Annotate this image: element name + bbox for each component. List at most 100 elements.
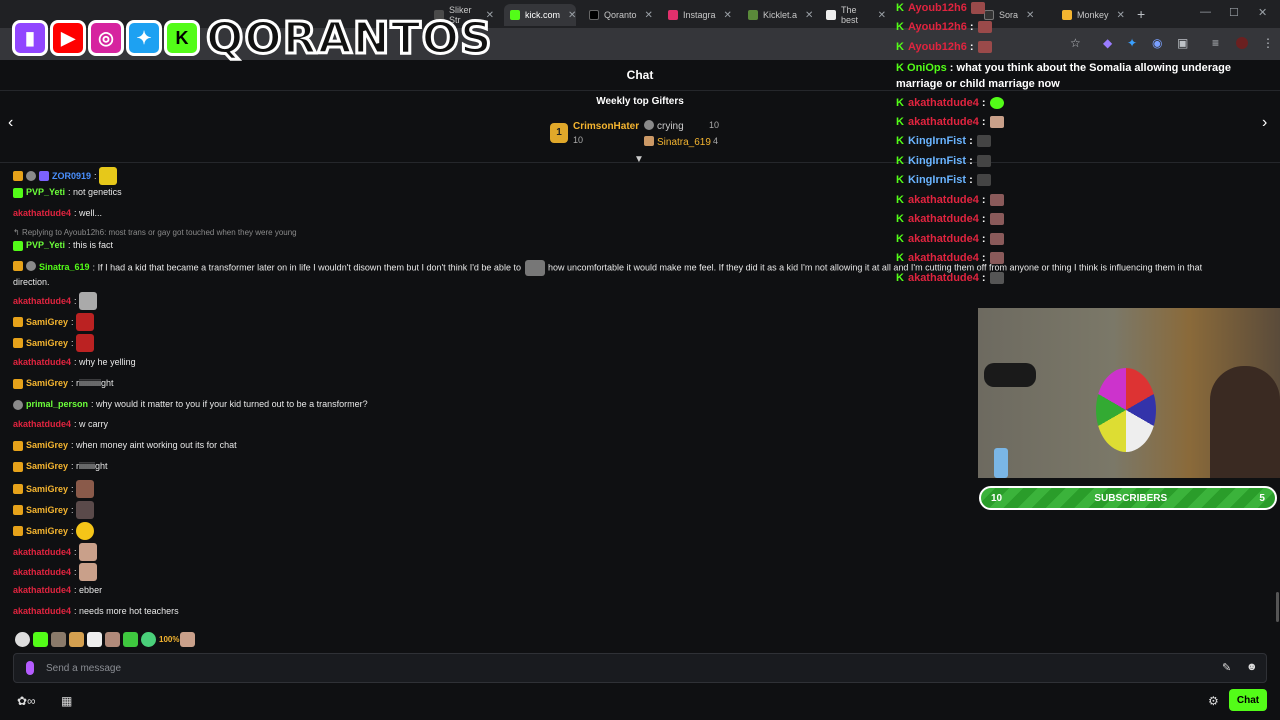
username[interactable]: SamiGrey [26, 439, 68, 452]
emote-button[interactable] [87, 632, 102, 647]
kick-badge-icon: K [896, 2, 904, 14]
subscriber-goal: 5 [1259, 492, 1265, 504]
crown-badge-icon [13, 317, 23, 327]
message-text: why he yelling [79, 357, 136, 367]
next-arrow-icon[interactable]: › [1262, 114, 1267, 132]
points-icon[interactable]: ✿∞ [17, 694, 36, 708]
username[interactable]: SamiGrey [26, 483, 68, 496]
chat-message: akathatdude4: well... [13, 207, 103, 220]
microphone-icon[interactable] [26, 661, 34, 675]
emote-button[interactable] [105, 632, 120, 647]
kick-badge-icon: K [896, 21, 904, 33]
browser-tab[interactable]: Qoranto ✕ [583, 4, 655, 26]
browser-tab-active[interactable]: kick.com ✕ [504, 4, 576, 26]
settings-gear-icon[interactable]: ⚙ [1208, 694, 1219, 708]
minimize-icon[interactable]: — [1200, 6, 1211, 18]
chat-message: SamiGrey: riiiiiiiiiiight [13, 377, 114, 390]
chat-message: primal_person: why would it matter to yo… [13, 398, 368, 411]
tab-close-icon[interactable]: ✕ [645, 10, 653, 21]
message-text: this is fact [73, 240, 114, 250]
message-input[interactable] [46, 654, 1196, 682]
browser-tab[interactable]: The best ✕ [820, 4, 892, 26]
gift-icon [644, 120, 654, 130]
tab-close-icon[interactable]: ✕ [1117, 10, 1125, 21]
username[interactable]: akathatdude4 [13, 356, 71, 369]
browser-tab[interactable]: Kicklet.a ✕ [742, 4, 814, 26]
emote-button[interactable] [123, 632, 138, 647]
emote-button[interactable] [15, 632, 30, 647]
tab-close-icon[interactable]: ✕ [568, 10, 576, 21]
username[interactable]: akathatdude4 [13, 207, 71, 220]
tab-close-icon[interactable]: ✕ [724, 10, 732, 21]
new-tab-button[interactable]: + [1137, 6, 1145, 22]
emote-icon [75, 313, 94, 331]
username[interactable]: ZOR0919 [52, 170, 91, 183]
username[interactable]: SamiGrey [26, 525, 68, 538]
gifter-name[interactable]: Sinatra_619 [644, 136, 711, 148]
username[interactable]: Sinatra_619 [39, 262, 90, 272]
username[interactable]: SamiGrey [26, 337, 68, 350]
kick-badge-icon: K [896, 97, 904, 109]
emote-icon [98, 167, 117, 185]
emote-button[interactable] [51, 632, 66, 647]
gifter-name[interactable]: crying [644, 120, 684, 132]
extension-icon[interactable]: ◆ [1103, 36, 1112, 50]
username[interactable]: akathatdude4 [13, 605, 71, 618]
close-window-icon[interactable]: ✕ [1258, 6, 1267, 19]
tab-close-icon[interactable]: ✕ [878, 10, 886, 21]
pinned-toggle-icon[interactable]: ▼ [634, 154, 644, 165]
username[interactable]: akathatdude4 [13, 546, 71, 559]
overlay-chat-line: Kakathatdude4 : [896, 272, 1004, 284]
username[interactable]: SamiGrey [26, 316, 68, 329]
emote-button[interactable] [33, 632, 48, 647]
translate-extension-icon[interactable]: ✦ [1127, 36, 1137, 50]
prize-wheel-shape [1096, 368, 1156, 452]
browser-menu-icon[interactable]: ⋮ [1262, 36, 1274, 50]
emote-icon [977, 41, 992, 53]
translate-icon[interactable]: ✎ [1222, 661, 1231, 674]
store-icon[interactable]: ▦ [61, 694, 72, 708]
emote-button[interactable]: 100% [159, 632, 179, 647]
emote-button[interactable] [141, 632, 156, 647]
overlay-chat-line: Kakathatdude4 : [896, 213, 1004, 225]
browser-tab[interactable]: Monkey ✕ [1056, 4, 1128, 26]
send-chat-button[interactable]: Chat [1229, 689, 1267, 711]
profile-avatar[interactable] [1236, 37, 1248, 49]
bookmark-star-icon[interactable]: ☆ [1070, 36, 1081, 50]
tab-close-icon[interactable]: ✕ [805, 10, 813, 21]
overlay-chat-line: Kakathatdude4 : [896, 252, 1004, 264]
username[interactable]: akathatdude4 [13, 584, 71, 597]
tab-close-icon[interactable]: ✕ [1026, 10, 1034, 21]
chat-message: akathatdude4: needs more hot teachers [13, 605, 179, 618]
bottle-shape [994, 448, 1008, 478]
prev-arrow-icon[interactable]: ‹ [8, 114, 13, 132]
username[interactable]: PVP_Yeti [26, 239, 65, 252]
top-gifter-name[interactable]: CrimsonHater [573, 121, 639, 132]
emote-picker-icon[interactable]: ☻ [1246, 661, 1258, 673]
username[interactable]: PVP_Yeti [26, 186, 65, 199]
twitch-logo-icon: ▮ [12, 20, 48, 56]
browser-tab[interactable]: Instagra ✕ [662, 4, 734, 26]
github-favicon-icon [826, 10, 836, 20]
emote-icon [75, 522, 94, 540]
reply-context[interactable]: ↰ Replying to Ayoub12h6: most trans or g… [13, 228, 297, 237]
maximize-icon[interactable]: ☐ [1229, 6, 1239, 19]
crown-badge-icon [13, 440, 23, 451]
username[interactable]: akathatdude4 [13, 566, 71, 579]
username[interactable]: SamiGrey [26, 460, 68, 473]
username[interactable]: SamiGrey [26, 504, 68, 517]
kick-favicon-icon [510, 10, 520, 20]
audio-extension-icon[interactable]: ◉ [1152, 36, 1162, 50]
extensions-puzzle-icon[interactable]: ▣ [1177, 36, 1188, 50]
subscriber-current: 10 [991, 492, 1003, 504]
username[interactable]: akathatdude4 [13, 295, 71, 308]
chat-scrollbar[interactable] [1276, 592, 1279, 622]
emote-button[interactable] [69, 632, 84, 647]
subscriber-goal-bar: 10 SUBSCRIBERS 5 [979, 486, 1277, 510]
username[interactable]: SamiGrey [26, 377, 68, 390]
emote-button[interactable] [180, 632, 195, 647]
username[interactable]: akathatdude4 [13, 418, 71, 431]
username[interactable]: primal_person [26, 398, 88, 411]
reading-list-icon[interactable]: ≡ [1212, 36, 1219, 50]
emote-icon [525, 260, 546, 276]
